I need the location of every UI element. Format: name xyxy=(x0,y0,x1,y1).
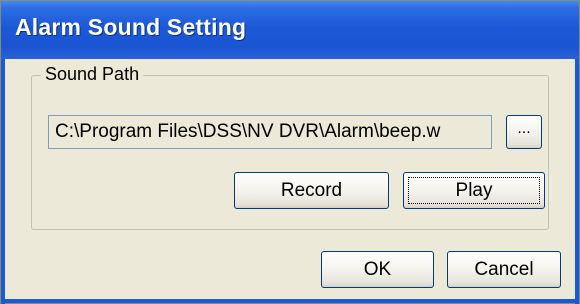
window-frame-right xyxy=(575,59,579,304)
cancel-button[interactable]: Cancel xyxy=(447,251,561,288)
alarm-sound-setting-dialog: Alarm Sound Setting Sound Path ... Recor… xyxy=(0,0,580,304)
title-bar[interactable]: Alarm Sound Setting xyxy=(1,1,579,59)
sound-path-group-label: Sound Path xyxy=(41,64,144,85)
play-button[interactable]: Play xyxy=(403,172,545,209)
window-frame-bottom xyxy=(1,299,579,303)
browse-button[interactable]: ... xyxy=(506,115,542,149)
window-title: Alarm Sound Setting xyxy=(15,14,247,40)
ok-button[interactable]: OK xyxy=(321,251,434,288)
record-button[interactable]: Record xyxy=(234,172,389,209)
window-frame-left xyxy=(1,59,5,304)
sound-path-field[interactable] xyxy=(48,115,492,149)
